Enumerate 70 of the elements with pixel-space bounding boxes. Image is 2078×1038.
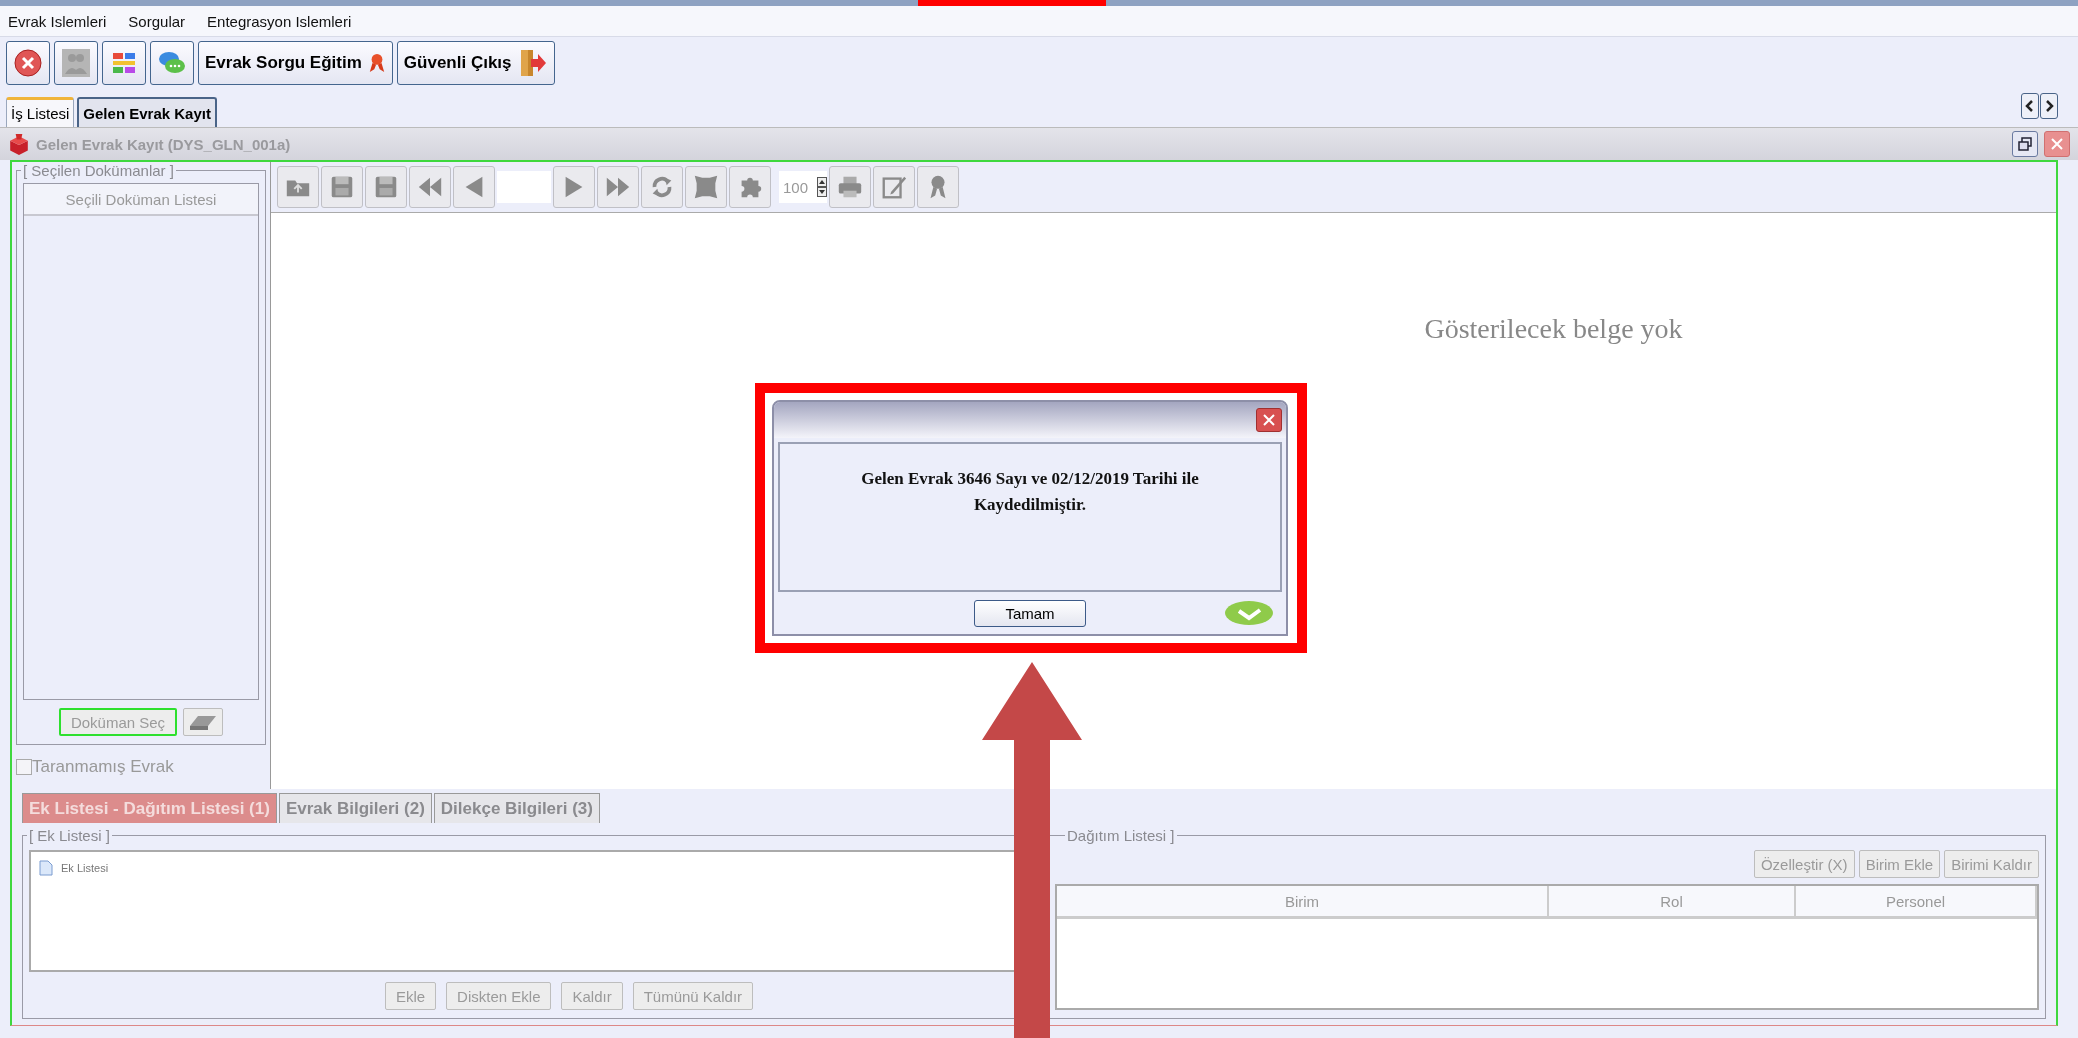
chevron-right-icon xyxy=(2044,99,2054,113)
group-legend: [ Ek Listesi ] xyxy=(27,827,112,845)
menu-item[interactable]: Evrak Islemleri xyxy=(8,12,107,30)
restore-icon xyxy=(2018,137,2032,151)
scroll-left-button[interactable] xyxy=(2021,93,2039,119)
first-button[interactable] xyxy=(409,166,451,208)
group-legend: Dağıtım Listesi ] xyxy=(1065,827,1177,845)
menu-item[interactable]: Entegrasyon Islemleri xyxy=(207,12,352,30)
tab[interactable]: İş Listesi xyxy=(6,97,75,127)
toolbar-button[interactable]: Evrak Sorgu Eğitim xyxy=(198,41,393,85)
ok-button[interactable]: Tamam xyxy=(974,599,1086,627)
column-header: Seçili Doküman Listesi xyxy=(24,184,258,216)
tab[interactable]: Dilekçe Bilgileri (3) xyxy=(433,793,600,823)
document-list[interactable]: Seçili Doküman Listesi xyxy=(23,183,259,700)
close-button[interactable] xyxy=(6,41,50,85)
tab[interactable]: Gelen Evrak Kayıt xyxy=(77,97,217,127)
column-header[interactable]: Personel xyxy=(1796,886,2037,916)
file-icon xyxy=(39,860,53,876)
puzzle-button[interactable] xyxy=(729,166,771,208)
restore-button[interactable] xyxy=(2012,131,2038,157)
tab[interactable]: Ek Listesi - Dağıtım Listesi (1) xyxy=(22,793,277,823)
action-button[interactable]: Özelleştir (X) xyxy=(1753,850,1855,878)
save-button[interactable] xyxy=(365,166,407,208)
frame-title: Gelen Evrak Kayıt (DYS_GLN_001a) xyxy=(36,135,291,153)
close-icon xyxy=(1262,413,1276,427)
action-button[interactable]: Birimi Kaldır xyxy=(1944,850,2039,878)
close-icon xyxy=(13,48,43,78)
column-header[interactable]: Birim xyxy=(1057,886,1549,916)
group-legend: [ Seçilen Dokümanlar ] xyxy=(21,162,176,180)
tab[interactable]: Evrak Bilgileri (2) xyxy=(278,793,432,823)
prev-button[interactable] xyxy=(453,166,495,208)
action-button[interactable]: Diskten Ekle xyxy=(446,982,552,1010)
open-button[interactable] xyxy=(277,166,319,208)
dialog-message: Gelen Evrak 3646 Sayı ve 02/12/2019 Tarihi ile Kaydedilmiştir. xyxy=(860,468,1200,516)
close-button[interactable] xyxy=(1256,408,1282,432)
checkbox-label: Taranmamış Evrak xyxy=(32,757,174,777)
column-header[interactable]: Rol xyxy=(1549,886,1796,916)
tiles-button[interactable] xyxy=(102,41,146,85)
tree-item[interactable]: Ek Listesi xyxy=(61,862,109,874)
menu-item[interactable]: Sorgular xyxy=(128,12,186,30)
chevron-left-icon xyxy=(2025,99,2035,113)
select-document-button[interactable]: Doküman Seç xyxy=(58,708,178,736)
ribbon-icon xyxy=(367,51,386,75)
close-button[interactable] xyxy=(2044,131,2070,157)
spinner-icon xyxy=(817,177,827,197)
scroll-right-button[interactable] xyxy=(2040,93,2058,119)
fit-icon xyxy=(692,173,720,201)
save-button[interactable] xyxy=(321,166,363,208)
action-button[interactable]: Kaldır xyxy=(561,982,623,1010)
last-button[interactable] xyxy=(597,166,639,208)
zoom-field[interactable]: 100 xyxy=(779,171,827,203)
edit-button[interactable] xyxy=(873,166,915,208)
action-button[interactable]: Ekle xyxy=(384,982,437,1010)
cube-icon xyxy=(8,133,30,155)
fit-button[interactable] xyxy=(685,166,727,208)
action-button[interactable]: Birim Ekle xyxy=(1858,850,1941,878)
people-button[interactable] xyxy=(54,41,98,85)
scanner-button[interactable] xyxy=(183,708,224,736)
check-icon xyxy=(1224,600,1274,626)
empty-message: Gösterilecek belge yok xyxy=(1424,313,1683,346)
toolbar-button[interactable]: Güvenli Çıkış xyxy=(396,41,555,85)
next-button[interactable] xyxy=(553,166,595,208)
close-icon xyxy=(2050,137,2064,151)
checkbox[interactable] xyxy=(16,759,32,775)
award-button[interactable] xyxy=(917,166,959,208)
print-button[interactable] xyxy=(829,166,871,208)
rotate-button[interactable] xyxy=(641,166,683,208)
action-button[interactable]: Tümünü Kaldır xyxy=(632,982,754,1010)
people-icon xyxy=(61,48,91,78)
chat-button[interactable] xyxy=(150,41,194,85)
